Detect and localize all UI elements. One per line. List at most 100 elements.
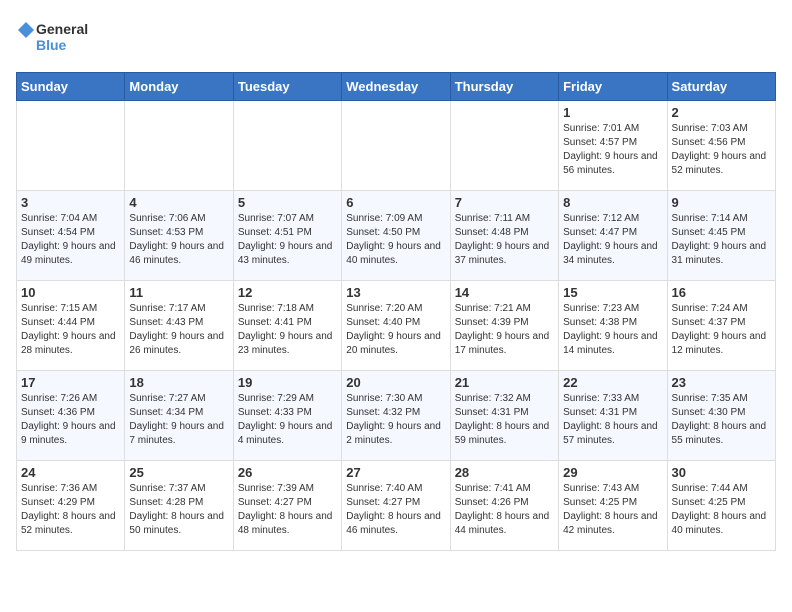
day-number: 27 [346,465,445,480]
day-number: 18 [129,375,228,390]
day-info: Sunrise: 7:04 AMSunset: 4:54 PMDaylight:… [21,212,120,268]
calendar-cell: 28Sunrise: 7:41 AMSunset: 4:26 PMDayligh… [450,461,558,551]
calendar-body: 1 Sunrise: 7:01 AMSunset: 4:57 PMDaylight… [17,101,776,551]
day-info: Sunrise: 7:41 AMSunset: 4:26 PMDaylight:… [455,482,554,538]
day-number: 19 [238,375,337,390]
calendar-cell: 22 Sunrise: 7:33 AMSunset: 4:31 PMDayligh… [559,371,667,461]
day-info: Sunrise: 7:40 AMSunset: 4:27 PMDaylight:… [346,482,445,538]
day-number: 14 [455,285,554,300]
calendar-cell: 9 Sunrise: 7:14 AMSunset: 4:45 PMDaylight… [667,191,775,281]
page-header: General Blue [16,16,776,60]
weekday-header-friday: Friday [559,73,667,101]
calendar-week-row: 24 Sunrise: 7:36 AMSunset: 4:29 PMDayligh… [17,461,776,551]
day-number: 11 [129,285,228,300]
weekday-header-monday: Monday [125,73,233,101]
day-number: 9 [672,195,771,210]
day-info: Sunrise: 7:09 AMSunset: 4:50 PMDaylight:… [346,212,445,268]
calendar-cell: 10 Sunrise: 7:15 AMSunset: 4:44 PMDayligh… [17,281,125,371]
calendar-cell: 17Sunrise: 7:26 AMSunset: 4:36 PMDayligh… [17,371,125,461]
day-info: Sunrise: 7:33 AMSunset: 4:31 PMDaylight:… [563,392,662,448]
calendar-cell: 27 Sunrise: 7:40 AMSunset: 4:27 PMDayligh… [342,461,450,551]
day-info: Sunrise: 7:39 AMSunset: 4:27 PMDaylight:… [238,482,337,538]
day-number: 26 [238,465,337,480]
calendar-week-row: 3 Sunrise: 7:04 AMSunset: 4:54 PMDaylight… [17,191,776,281]
calendar-cell: 24 Sunrise: 7:36 AMSunset: 4:29 PMDayligh… [17,461,125,551]
svg-text:Blue: Blue [36,37,67,53]
calendar-cell: 18 Sunrise: 7:27 AMSunset: 4:34 PMDayligh… [125,371,233,461]
day-number: 20 [346,375,445,390]
calendar-cell: 14 Sunrise: 7:21 AMSunset: 4:39 PMDayligh… [450,281,558,371]
day-info: Sunrise: 7:35 AMSunset: 4:30 PMDaylight:… [672,392,771,448]
calendar-cell: 13 Sunrise: 7:20 AMSunset: 4:40 PMDayligh… [342,281,450,371]
day-info: Sunrise: 7:18 AMSunset: 4:41 PMDaylight:… [238,302,337,358]
calendar-week-row: 1 Sunrise: 7:01 AMSunset: 4:57 PMDaylight… [17,101,776,191]
calendar-cell: 12 Sunrise: 7:18 AMSunset: 4:41 PMDayligh… [233,281,341,371]
calendar-cell: 21 Sunrise: 7:32 AMSunset: 4:31 PMDayligh… [450,371,558,461]
calendar-cell: 23 Sunrise: 7:35 AMSunset: 4:30 PMDayligh… [667,371,775,461]
day-number: 7 [455,195,554,210]
calendar-cell [233,101,341,191]
day-info: Sunrise: 7:43 AMSunset: 4:25 PMDaylight:… [563,482,662,538]
calendar-cell: 16 Sunrise: 7:24 AMSunset: 4:37 PMDayligh… [667,281,775,371]
weekday-header-row: SundayMondayTuesdayWednesdayThursdayFrid… [17,73,776,101]
day-info: Sunrise: 7:12 AMSunset: 4:47 PMDaylight:… [563,212,662,268]
day-info: Sunrise: 7:01 AMSunset: 4:57 PMDaylight:… [563,122,662,178]
calendar-cell: 8Sunrise: 7:12 AMSunset: 4:47 PMDaylight… [559,191,667,281]
day-info: Sunrise: 7:03 AMSunset: 4:56 PMDaylight:… [672,122,771,178]
day-number: 10 [21,285,120,300]
day-number: 12 [238,285,337,300]
day-info: Sunrise: 7:26 AMSunset: 4:36 PMDaylight:… [21,392,120,448]
day-info: Sunrise: 7:29 AMSunset: 4:33 PMDaylight:… [238,392,337,448]
calendar-cell [342,101,450,191]
day-info: Sunrise: 7:36 AMSunset: 4:29 PMDaylight:… [21,482,120,538]
day-info: Sunrise: 7:23 AMSunset: 4:38 PMDaylight:… [563,302,662,358]
day-info: Sunrise: 7:14 AMSunset: 4:45 PMDaylight:… [672,212,771,268]
day-info: Sunrise: 7:20 AMSunset: 4:40 PMDaylight:… [346,302,445,358]
day-info: Sunrise: 7:24 AMSunset: 4:37 PMDaylight:… [672,302,771,358]
day-number: 4 [129,195,228,210]
logo-svg: General Blue [16,16,96,60]
day-number: 22 [563,375,662,390]
calendar-cell: 1 Sunrise: 7:01 AMSunset: 4:57 PMDaylight… [559,101,667,191]
day-number: 2 [672,105,771,120]
svg-text:General: General [36,21,88,37]
calendar-cell: 7Sunrise: 7:11 AMSunset: 4:48 PMDaylight… [450,191,558,281]
weekday-header-thursday: Thursday [450,73,558,101]
day-number: 1 [563,105,662,120]
calendar-table: SundayMondayTuesdayWednesdayThursdayFrid… [16,72,776,551]
calendar-cell: 2 Sunrise: 7:03 AMSunset: 4:56 PMDaylight… [667,101,775,191]
day-info: Sunrise: 7:44 AMSunset: 4:25 PMDaylight:… [672,482,771,538]
day-info: Sunrise: 7:17 AMSunset: 4:43 PMDaylight:… [129,302,228,358]
weekday-header-wednesday: Wednesday [342,73,450,101]
calendar-cell: 20 Sunrise: 7:30 AMSunset: 4:32 PMDayligh… [342,371,450,461]
calendar-cell: 19 Sunrise: 7:29 AMSunset: 4:33 PMDayligh… [233,371,341,461]
day-info: Sunrise: 7:30 AMSunset: 4:32 PMDaylight:… [346,392,445,448]
day-number: 29 [563,465,662,480]
day-info: Sunrise: 7:21 AMSunset: 4:39 PMDaylight:… [455,302,554,358]
day-number: 13 [346,285,445,300]
day-info: Sunrise: 7:15 AMSunset: 4:44 PMDaylight:… [21,302,120,358]
day-number: 24 [21,465,120,480]
day-info: Sunrise: 7:27 AMSunset: 4:34 PMDaylight:… [129,392,228,448]
logo: General Blue [16,16,96,60]
day-number: 25 [129,465,228,480]
day-info: Sunrise: 7:32 AMSunset: 4:31 PMDaylight:… [455,392,554,448]
day-number: 15 [563,285,662,300]
day-number: 5 [238,195,337,210]
day-number: 16 [672,285,771,300]
calendar-cell: 30Sunrise: 7:44 AMSunset: 4:25 PMDayligh… [667,461,775,551]
calendar-week-row: 17Sunrise: 7:26 AMSunset: 4:36 PMDayligh… [17,371,776,461]
calendar-cell: 3 Sunrise: 7:04 AMSunset: 4:54 PMDaylight… [17,191,125,281]
calendar-cell: 29 Sunrise: 7:43 AMSunset: 4:25 PMDayligh… [559,461,667,551]
calendar-cell: 25Sunrise: 7:37 AMSunset: 4:28 PMDayligh… [125,461,233,551]
calendar-header: SundayMondayTuesdayWednesdayThursdayFrid… [17,73,776,101]
calendar-cell: 15 Sunrise: 7:23 AMSunset: 4:38 PMDayligh… [559,281,667,371]
day-number: 6 [346,195,445,210]
calendar-cell: 26 Sunrise: 7:39 AMSunset: 4:27 PMDayligh… [233,461,341,551]
calendar-week-row: 10 Sunrise: 7:15 AMSunset: 4:44 PMDayligh… [17,281,776,371]
day-info: Sunrise: 7:07 AMSunset: 4:51 PMDaylight:… [238,212,337,268]
day-number: 3 [21,195,120,210]
weekday-header-tuesday: Tuesday [233,73,341,101]
day-number: 21 [455,375,554,390]
day-number: 23 [672,375,771,390]
